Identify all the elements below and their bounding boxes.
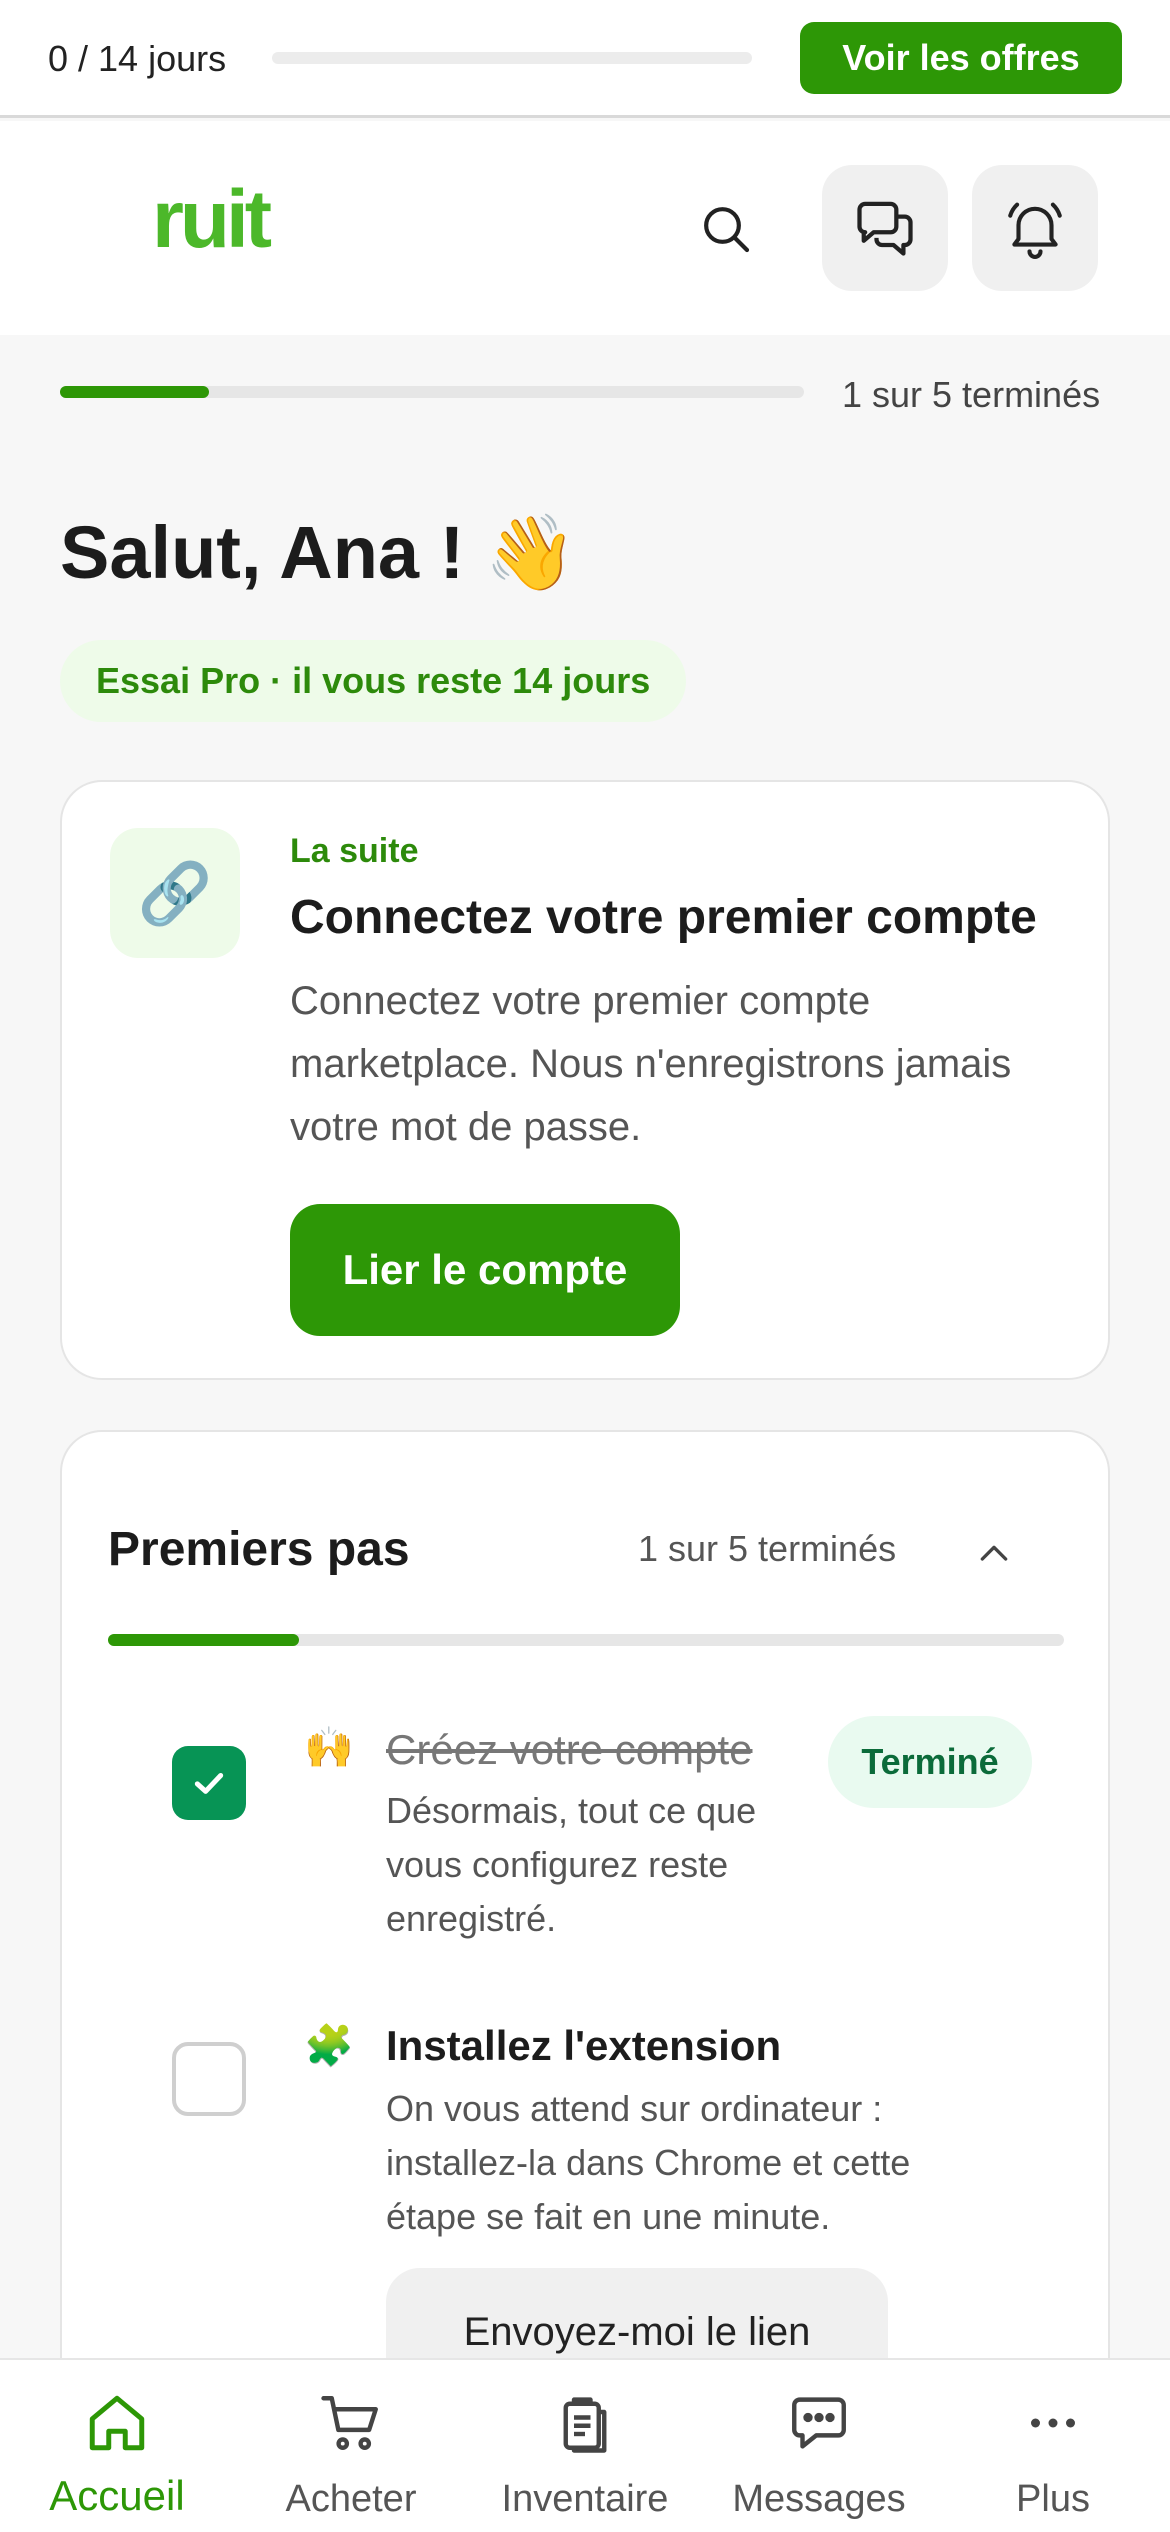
nav-item-inventory[interactable]: Inventaire (468, 2360, 702, 2532)
link-account-button[interactable]: Lier le compte (290, 1204, 680, 1336)
trial-progress-bar (272, 52, 752, 64)
getting-started-progress-bar (108, 1634, 1064, 1646)
getting-started-count: 1 sur 5 terminés (638, 1528, 897, 1569)
onboarding-progress-bar (60, 386, 804, 398)
next-step-kicker: La suite (290, 832, 419, 870)
link-icon-tile: 🔗 (110, 828, 240, 958)
onboarding-progress-fill (60, 386, 209, 398)
trial-bar: 0 / 14 jours Voir les offres (0, 0, 1170, 118)
step-description-create-account: Désormais, tout ce que vous configurez r… (386, 1790, 757, 1939)
search-icon (704, 207, 750, 253)
search-button[interactable] (684, 187, 768, 271)
step-checkbox-create-account[interactable] (172, 1746, 246, 1820)
puzzle-icon: 🧩 (304, 2024, 354, 2068)
next-step-description: Connectez votre premier compte marketpla… (290, 979, 1012, 1149)
more-icon (1018, 2388, 1088, 2458)
step-title-install-extension: Installez l'extension (386, 2022, 782, 2069)
nav-item-more[interactable]: Plus (936, 2360, 1170, 2532)
home-icon (82, 2388, 152, 2458)
check-icon (194, 1773, 224, 1794)
bell-icon (1008, 202, 1062, 259)
app-header: ruit (0, 121, 1170, 335)
nav-label-home: Accueil (49, 2472, 185, 2519)
message-icon (784, 2388, 854, 2458)
trial-days-text: 0 / 14 jours (48, 38, 227, 79)
nav-item-home[interactable]: Accueil (0, 2360, 234, 2532)
nav-label-more: Plus (1016, 2478, 1090, 2520)
nav-label-inventory: Inventaire (501, 2478, 669, 2520)
getting-started-title: Premiers pas (108, 1523, 410, 1576)
step-title-create-account: Créez votre compte (386, 1726, 753, 1773)
chat-button[interactable] (822, 165, 948, 291)
collapse-button[interactable] (962, 1522, 1026, 1586)
notifications-button[interactable] (972, 165, 1098, 291)
view-offers-button[interactable]: Voir les offres (800, 22, 1122, 94)
wave-emoji: 👋 (484, 511, 577, 594)
greeting-text: Salut, Ana ! (60, 511, 465, 594)
getting-started-progress-fill (108, 1634, 300, 1646)
nav-item-messages[interactable]: Messages (702, 2360, 936, 2532)
clipboard-icon (550, 2388, 620, 2458)
nav-label-buy: Acheter (285, 2478, 417, 2520)
next-step-card: 🔗 La suite Connectez votre premier compt… (60, 780, 1110, 1380)
chevron-up-icon (980, 1545, 1008, 1561)
app-logo[interactable]: ruit (152, 173, 272, 267)
link-icon: 🔗 (137, 859, 213, 927)
status-badge: Terminé (828, 1716, 1032, 1808)
next-step-title: Connectez votre premier compte (290, 891, 1037, 944)
greeting-title: Salut, Ana ! 👋 (60, 510, 577, 597)
trial-badge: Essai Pro · il vous reste 14 jours (60, 640, 687, 722)
chat-icon (857, 201, 913, 256)
step-description-install-extension: On vous attend sur ordinateur : installe… (386, 2088, 911, 2237)
bottom-navigation: Accueil Acheter Inventaire Messages Plus (0, 2358, 1170, 2532)
step-checkbox-install-extension[interactable] (172, 2042, 246, 2116)
onboarding-progress-text: 1 sur 5 terminés (842, 374, 1101, 415)
cart-icon (316, 2388, 386, 2458)
nav-item-buy[interactable]: Acheter (234, 2360, 468, 2532)
raised-hands-icon: 🙌 (304, 1726, 354, 1770)
nav-label-messages: Messages (732, 2478, 906, 2520)
